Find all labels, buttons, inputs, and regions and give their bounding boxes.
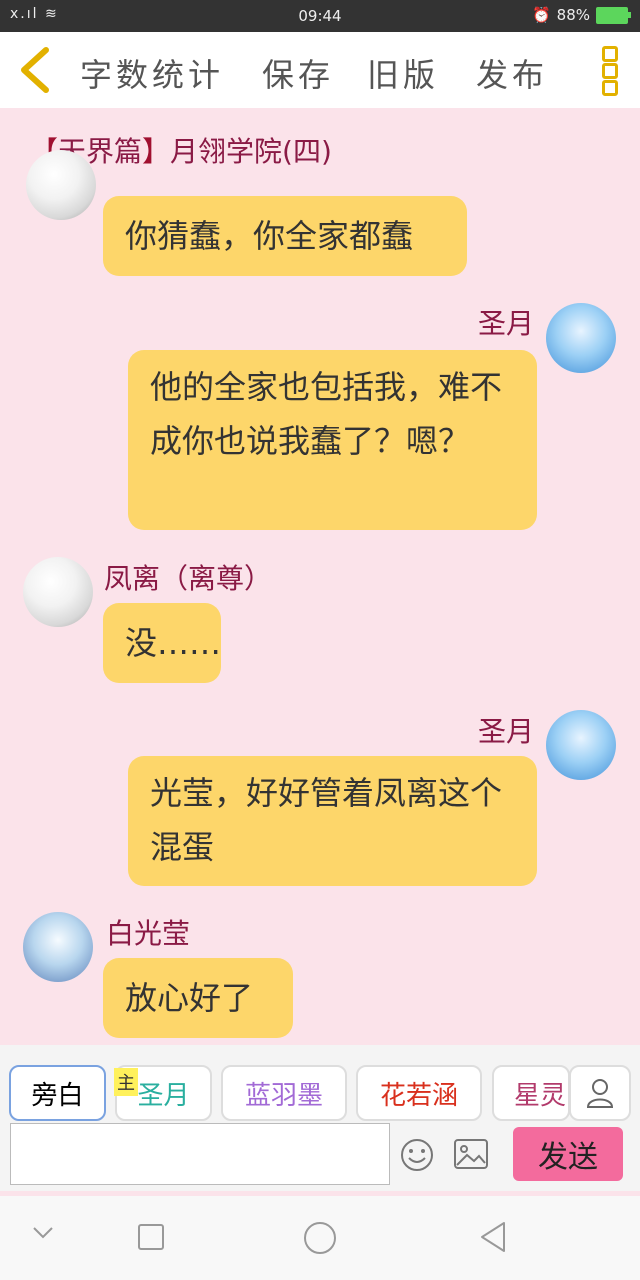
send-button[interactable]: 发送 (513, 1127, 623, 1181)
input-row: 发送 (0, 1121, 640, 1191)
add-character-button[interactable] (569, 1065, 631, 1121)
home-circle-icon[interactable] (303, 1221, 337, 1255)
character-chip-lanyumo[interactable]: 蓝羽墨 (221, 1065, 347, 1121)
back-arrow-icon[interactable] (14, 46, 58, 94)
avatar-shengyue[interactable] (546, 710, 616, 780)
save-button[interactable]: 保存 (262, 50, 334, 96)
battery-icon (596, 6, 631, 24)
character-chip-narrator[interactable]: 旁白 (9, 1065, 106, 1121)
character-chip-huaruohan[interactable]: 花若涵 (356, 1065, 482, 1121)
sender-name: 白光莹 (106, 917, 191, 950)
message-bubble[interactable]: 你猜蠢，你全家都蠢 (103, 196, 467, 276)
emoji-icon[interactable] (400, 1138, 434, 1172)
status-bar: x.ıl ≋ 09:44 ⏰ 88% (0, 0, 640, 32)
word-count-button[interactable]: 字数统计 (80, 50, 224, 96)
avatar-fengli[interactable] (23, 557, 93, 627)
recents-square-icon[interactable] (138, 1224, 164, 1250)
avatar-fengli[interactable] (26, 150, 96, 220)
person-icon (586, 1079, 614, 1108)
sender-name: 圣月 (477, 715, 534, 748)
message-input[interactable] (10, 1123, 390, 1185)
message-bubble[interactable]: 他的全家也包括我，难不成你也说我蠢了？嗯？ (128, 350, 537, 530)
main-character-tag: 主 (114, 1068, 138, 1096)
chapter-name: 月翎学院(四) (170, 135, 332, 168)
message-bubble[interactable]: 放心好了 (103, 958, 293, 1038)
character-selector: 旁白 圣月 蓝羽墨 花若涵 星灵 (0, 1045, 640, 1121)
back-triangle-icon[interactable] (478, 1221, 508, 1253)
message-bubble[interactable]: 光莹，好好管着凤离这个混蛋 (128, 756, 537, 886)
character-chip-xingling[interactable]: 星灵 (492, 1065, 570, 1121)
more-menu-icon[interactable] (602, 46, 618, 96)
system-nav-bar (0, 1196, 640, 1280)
avatar-baiguangying[interactable] (23, 912, 93, 982)
alarm-icon: ⏰ (531, 6, 551, 24)
image-icon[interactable] (454, 1139, 488, 1169)
status-right: ⏰ 88% (531, 6, 631, 24)
sender-name: 圣月 (477, 307, 534, 340)
old-version-button[interactable]: 旧版 (367, 50, 439, 96)
message-bubble[interactable]: 没…… (103, 603, 221, 683)
battery-percent: 88% (556, 6, 590, 24)
publish-button[interactable]: 发布 (476, 50, 548, 96)
avatar-shengyue[interactable] (546, 303, 616, 373)
top-toolbar: 字数统计 保存 旧版 发布 (0, 32, 640, 108)
sender-name: 凤离（离尊） (104, 562, 273, 595)
chevron-down-icon[interactable] (32, 1226, 54, 1240)
